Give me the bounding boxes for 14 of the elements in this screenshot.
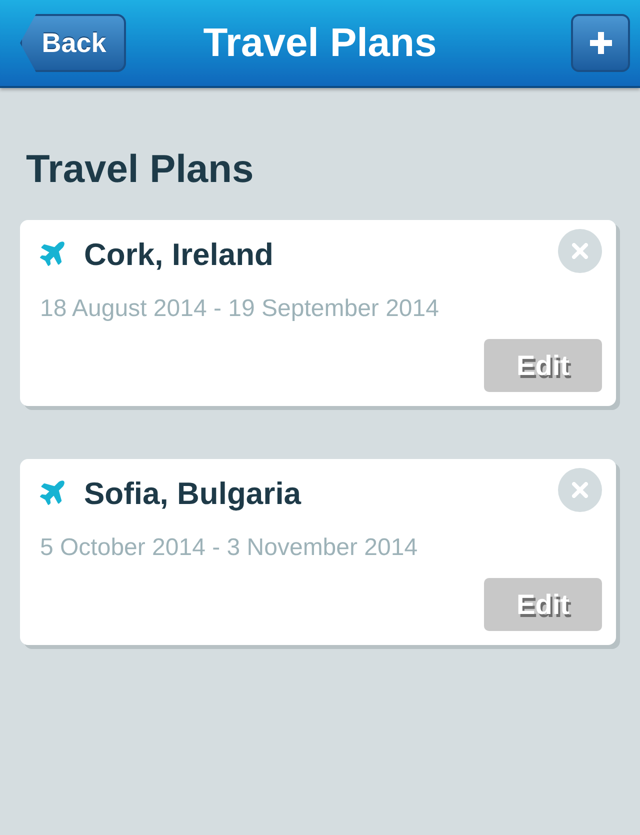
screen-title: Travel Plans <box>203 20 437 66</box>
back-button[interactable]: Back <box>20 14 126 72</box>
page-heading: Travel Plans <box>26 148 254 192</box>
trip-dates: 18 August 2014 - 19 September 2014 <box>40 295 439 323</box>
trip-destination: Sofia, Bulgaria <box>84 476 302 512</box>
add-button[interactable] <box>571 14 630 72</box>
trip-destination: Cork, Ireland <box>84 237 274 273</box>
edit-button[interactable]: Edit <box>484 339 602 392</box>
delete-button[interactable] <box>558 468 602 512</box>
close-icon <box>572 482 588 498</box>
delete-button[interactable] <box>558 229 602 273</box>
edit-button[interactable]: Edit <box>484 578 602 631</box>
close-icon <box>572 243 588 259</box>
trip-dates: 5 October 2014 - 3 November 2014 <box>40 534 418 562</box>
